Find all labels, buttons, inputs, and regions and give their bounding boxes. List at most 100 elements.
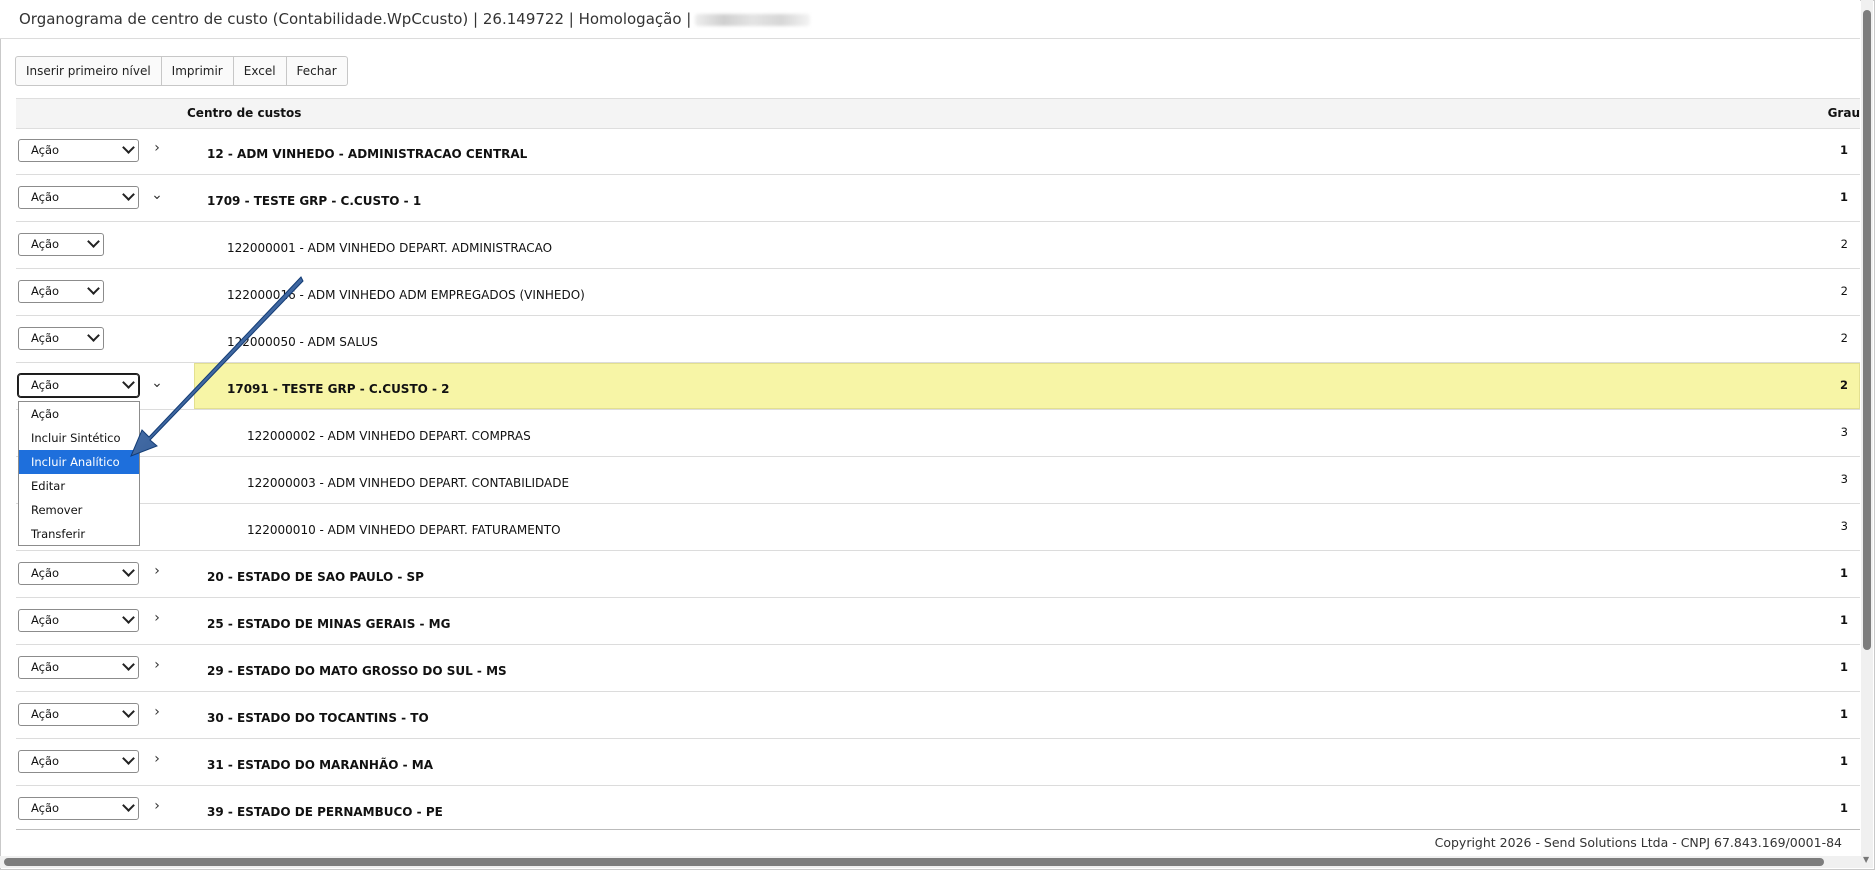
action-select-value: Ação	[31, 378, 60, 392]
action-select[interactable]: Ação	[18, 280, 104, 303]
grau-value: 2	[1840, 331, 1848, 345]
collapse-chevron-icon[interactable]: ⌄	[150, 187, 164, 203]
dropdown-option-editar[interactable]: Editar	[19, 474, 139, 498]
action-select-value: Ação	[31, 754, 60, 768]
chevron-down-icon	[122, 564, 135, 577]
insert-first-level-button[interactable]: Inserir primeiro nível	[15, 56, 162, 86]
action-select-value: Ação	[31, 237, 60, 251]
cost-center-label: 30 - ESTADO DO TOCANTINS - TO	[207, 711, 429, 725]
vertical-scrollbar[interactable]: ▼	[1861, 0, 1873, 868]
expand-chevron-icon[interactable]: ›	[150, 563, 164, 579]
action-select[interactable]: Ação	[18, 797, 139, 820]
grau-value: 1	[1839, 754, 1848, 768]
redacted-user	[695, 13, 811, 26]
grau-value: 3	[1840, 519, 1848, 533]
cost-center-label: 12 - ADM VINHEDO - ADMINISTRACAO CENTRAL	[207, 147, 528, 161]
chevron-down-icon	[122, 611, 135, 624]
cost-center-label: 20 - ESTADO DE SAO PAULO - SP	[207, 570, 424, 584]
chevron-down-icon	[87, 235, 100, 248]
action-select[interactable]: Ação	[18, 327, 104, 350]
action-select-value: Ação	[31, 613, 60, 627]
expand-chevron-icon[interactable]: ›	[150, 704, 164, 720]
cost-center-label: 122000050 - ADM SALUS	[227, 335, 378, 349]
action-select[interactable]: Ação	[18, 562, 139, 585]
chevron-down-icon	[87, 329, 100, 342]
table-row: Ação 122000001 - ADM VINHEDO DEPART. ADM…	[16, 222, 1860, 269]
grau-value: 1	[1839, 801, 1848, 815]
column-header-cost-center: Centro de custos	[187, 106, 302, 120]
cost-center-label: 39 - ESTADO DE PERNAMBUCO - PE	[207, 805, 443, 819]
grau-value: 1	[1839, 566, 1848, 580]
chevron-down-icon	[122, 799, 135, 812]
column-header-grau: Grau	[1827, 106, 1860, 120]
expand-chevron-icon[interactable]: ›	[150, 751, 164, 767]
table-header: Centro de custos Grau	[16, 98, 1860, 129]
cost-center-label: 122000016 - ADM VINHEDO ADM EMPREGADOS (…	[227, 288, 585, 302]
horizontal-scrollbar[interactable]	[0, 856, 1861, 868]
footer-copyright: Copyright 2026 - Send Solutions Ltda - C…	[1434, 835, 1842, 850]
table-row-selected: Ação ⌄ 17091 - TESTE GRP - C.CUSTO - 2 2	[16, 363, 1860, 410]
cost-center-label: 31 - ESTADO DO MARANHÃO - MA	[207, 758, 433, 772]
dropdown-option-acao[interactable]: Ação	[19, 402, 139, 426]
action-select[interactable]: Ação	[18, 703, 139, 726]
action-select-value: Ação	[31, 707, 60, 721]
horizontal-scroll-thumb[interactable]	[4, 858, 1824, 866]
window-title-text: Organograma de centro de custo (Contabil…	[19, 10, 692, 28]
expand-chevron-icon[interactable]: ›	[150, 798, 164, 814]
action-select-value: Ação	[31, 331, 60, 345]
dropdown-option-incluir-sintetico[interactable]: Incluir Sintético	[19, 426, 139, 450]
grau-value: 2	[1839, 378, 1848, 392]
grau-value: 3	[1840, 472, 1848, 486]
cost-center-label: 29 - ESTADO DO MATO GROSSO DO SUL - MS	[207, 664, 507, 678]
cost-center-label: 122000001 - ADM VINHEDO DEPART. ADMINIST…	[227, 241, 553, 255]
expand-chevron-icon[interactable]: ›	[150, 610, 164, 626]
cost-center-label: 1709 - TESTE GRP - C.CUSTO - 1	[207, 194, 422, 208]
cost-center-label: 122000010 - ADM VINHEDO DEPART. FATURAME…	[247, 523, 561, 537]
action-select[interactable]: Ação	[18, 233, 104, 256]
action-select-open[interactable]: Ação	[17, 373, 140, 398]
print-button[interactable]: Imprimir	[160, 56, 234, 86]
grau-value: 1	[1839, 707, 1848, 721]
action-select[interactable]: Ação	[18, 656, 139, 679]
chevron-down-icon	[87, 282, 100, 295]
table-row: Ação › 29 - ESTADO DO MATO GROSSO DO SUL…	[16, 645, 1860, 692]
chevron-down-icon	[122, 705, 135, 718]
table-row: Ação 122000050 - ADM SALUS 2	[16, 316, 1860, 363]
action-select-value: Ação	[31, 566, 60, 580]
cost-center-label: 25 - ESTADO DE MINAS GERAIS - MG	[207, 617, 451, 631]
table-row: Ação › 31 - ESTADO DO MARANHÃO - MA 1	[16, 739, 1860, 786]
table-row: Ação 122000016 - ADM VINHEDO ADM EMPREGA…	[16, 269, 1860, 316]
table-row: Ação › 39 - ESTADO DE PERNAMBUCO - PE 1	[16, 786, 1860, 830]
table-row: 122000002 - ADM VINHEDO DEPART. COMPRAS …	[16, 410, 1860, 457]
scroll-down-icon[interactable]: ▼	[1863, 855, 1869, 864]
action-select-value: Ação	[31, 190, 60, 204]
chevron-down-icon	[122, 752, 135, 765]
action-select[interactable]: Ação	[18, 609, 139, 632]
table-bottom-border	[16, 829, 1860, 830]
action-dropdown-list: Ação Incluir Sintético Incluir Analítico…	[18, 401, 140, 546]
table-row: 122000010 - ADM VINHEDO DEPART. FATURAME…	[16, 504, 1860, 551]
dropdown-option-remover[interactable]: Remover	[19, 498, 139, 522]
action-select-value: Ação	[31, 660, 60, 674]
collapse-chevron-icon[interactable]: ⌄	[150, 375, 164, 391]
chevron-down-icon	[122, 376, 135, 389]
dropdown-option-incluir-analitico[interactable]: Incluir Analítico	[19, 450, 139, 474]
table-row: Ação › 20 - ESTADO DE SAO PAULO - SP 1	[16, 551, 1860, 598]
table-row: Ação ⌄ 1709 - TESTE GRP - C.CUSTO - 1 1	[16, 175, 1860, 222]
expand-chevron-icon[interactable]: ›	[150, 657, 164, 673]
toolbar: Inserir primeiro nível Imprimir Excel Fe…	[15, 56, 348, 87]
cost-center-label: 122000002 - ADM VINHEDO DEPART. COMPRAS	[247, 429, 531, 443]
chevron-down-icon	[122, 188, 135, 201]
close-button[interactable]: Fechar	[285, 56, 348, 86]
grau-value: 1	[1839, 660, 1848, 674]
table-row: Ação › 12 - ADM VINHEDO - ADMINISTRACAO …	[16, 128, 1860, 175]
action-select[interactable]: Ação	[18, 750, 139, 773]
expand-chevron-icon[interactable]: ›	[150, 140, 164, 156]
action-select[interactable]: Ação	[18, 186, 139, 209]
excel-button[interactable]: Excel	[232, 56, 287, 86]
table-row: Ação › 30 - ESTADO DO TOCANTINS - TO 1	[16, 692, 1860, 739]
dropdown-option-transferir[interactable]: Transferir	[19, 522, 139, 546]
table-row: Ação › 25 - ESTADO DE MINAS GERAIS - MG …	[16, 598, 1860, 645]
vertical-scroll-thumb[interactable]	[1863, 10, 1871, 650]
action-select[interactable]: Ação	[18, 139, 139, 162]
